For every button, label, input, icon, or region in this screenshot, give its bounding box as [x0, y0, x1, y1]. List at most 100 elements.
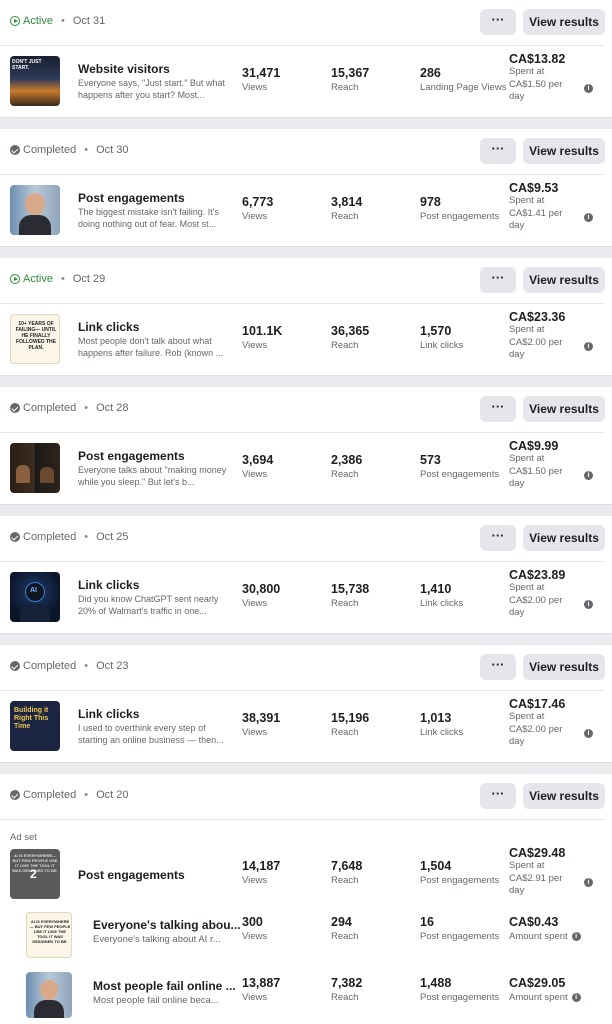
info-icon[interactable]: i [584, 600, 593, 609]
check-icon [10, 403, 20, 413]
views-value: 101.1K [242, 324, 283, 338]
result-value: 16 [420, 915, 434, 929]
result-value: 978 [420, 195, 441, 209]
result-metric: 978 Post engagements [420, 195, 499, 222]
view-results-button[interactable]: View results [523, 9, 605, 35]
spend-info: CA$9.99 Spent at CA$1.50 per day [509, 439, 579, 491]
views-value: 38,391 [242, 711, 281, 725]
ad-thumbnail: AI [10, 572, 60, 622]
result-label: Link clicks [420, 598, 464, 609]
reach-metric: 2,386 Reach [331, 453, 362, 480]
spent-at-label: Spent at [509, 195, 545, 206]
views-value: 6,773 [242, 195, 274, 209]
more-options-button[interactable]: ··· [480, 654, 516, 680]
reach-value: 36,365 [331, 324, 370, 338]
thumbnail-text: AI IS EVERYWHERE— BUT FEW PEOPLE USE IT … [29, 919, 71, 944]
status-badge: Completed • Oct 28 [10, 402, 128, 414]
ad-row[interactable]: Post engagements The biggest mistake isn… [0, 175, 612, 245]
result-label: Post engagements [420, 992, 500, 1003]
views-metric: 6,773 Views [242, 195, 273, 222]
ad-count-badge: 2 [30, 867, 37, 881]
views-value: 3,694 [242, 453, 274, 467]
amount-spent-label: Amount spent [509, 992, 568, 1003]
card-header: Completed • Oct 28 ··· View results [0, 387, 605, 433]
spend-info: CA$17.46 Spent at CA$2.00 per day [509, 697, 579, 749]
view-results-button[interactable]: View results [523, 525, 605, 551]
reach-label: Reach [331, 931, 359, 942]
spend-info: CA$23.36 Spent at CA$2.00 per day [509, 310, 579, 362]
daily-rate: CA$2.91 [509, 872, 546, 884]
thumbnail-text: DON'T JUST START. [12, 59, 42, 71]
separator-dot: • [60, 15, 65, 27]
ad-thumbnail: Building it Right This Time [10, 701, 60, 751]
ad-row[interactable]: Post engagements Everyone talks about "m… [0, 433, 612, 503]
status-badge: Completed • Oct 30 [10, 144, 128, 156]
spent-amount: CA$29.48 [509, 846, 566, 860]
separator-dot: • [84, 144, 89, 156]
reach-label: Reach [331, 340, 359, 351]
result-metric: 1,410 Link clicks [420, 582, 463, 609]
view-results-button[interactable]: View results [523, 138, 605, 164]
result-value: 1,410 [420, 582, 452, 596]
status-badge: Completed • Oct 23 [10, 660, 128, 672]
thumbnail-text: AI [30, 587, 37, 594]
date: Oct 25 [96, 531, 129, 543]
result-metric: 1,504 Post engagements [420, 859, 499, 886]
info-icon[interactable]: i [584, 84, 593, 93]
view-results-button[interactable]: View results [523, 783, 605, 809]
info-icon[interactable]: i [584, 213, 593, 222]
more-options-button[interactable]: ··· [480, 9, 516, 35]
reach-value: 7,382 [331, 976, 363, 990]
spent-at-label: Spent at [509, 453, 545, 464]
check-icon [10, 145, 20, 155]
ad-row[interactable]: 10+ YEARS OF FAILING— UNTIL HE FINALLY F… [0, 304, 612, 374]
ad-row[interactable]: Most people fail online ... Most people … [0, 966, 612, 1024]
status-badge: Completed • Oct 25 [10, 531, 128, 543]
status-text: Completed [23, 144, 77, 156]
more-options-button[interactable]: ··· [480, 396, 516, 422]
reach-label: Reach [331, 875, 359, 886]
info-icon[interactable]: i [584, 729, 593, 738]
result-value: 1,504 [420, 859, 452, 873]
more-options-button[interactable]: ··· [480, 525, 516, 551]
spent-amount: CA$29.05 [509, 976, 566, 990]
date: Oct 29 [72, 273, 106, 285]
result-value: 1,013 [420, 711, 452, 725]
ad-row[interactable]: DON'T JUST START. Website visitors Every… [0, 46, 612, 116]
ad-card: Completed • Oct 23 ··· View results Buildi… [0, 645, 612, 763]
result-metric: 286 Landing Page Views [420, 66, 506, 93]
reach-metric: 3,814 Reach [331, 195, 362, 222]
ad-description: Everyone says, "Just start." But what ha… [78, 78, 225, 100]
daily-rate: CA$1.41 [509, 207, 546, 219]
reach-value: 15,738 [331, 582, 370, 596]
info-icon[interactable]: i [584, 878, 593, 887]
spent-amount: CA$13.82 [509, 52, 566, 66]
views-label: Views [242, 931, 268, 942]
info-icon[interactable]: i [584, 342, 593, 351]
view-results-button[interactable]: View results [523, 267, 605, 293]
daily-rate: CA$2.00 [509, 723, 546, 735]
check-icon [10, 790, 20, 800]
adset-row[interactable]: AI IS EVERYWHERE— BUT FEW PEOPLE USE IT … [0, 844, 612, 914]
ad-row[interactable]: AI IS EVERYWHERE— BUT FEW PEOPLE USE IT … [0, 905, 612, 965]
spent-amount: CA$9.99 [509, 439, 559, 453]
more-options-button[interactable]: ··· [480, 783, 516, 809]
ad-row[interactable]: Building it Right This Time Link clicks … [0, 691, 612, 761]
ad-row[interactable]: AI Link clicks Did you know ChatGPT sent… [0, 562, 612, 632]
spent-at-label: Spent at [509, 324, 545, 335]
info-icon[interactable]: i [584, 471, 593, 480]
more-options-button[interactable]: ··· [480, 267, 516, 293]
ad-title: Link clicks [78, 320, 140, 334]
reach-metric: 36,365 Reach [331, 324, 369, 351]
result-value: 573 [420, 453, 441, 467]
card-header: Active • Oct 29 ··· View results [0, 258, 605, 304]
view-results-button[interactable]: View results [523, 654, 605, 680]
ad-title: Post engagements [78, 449, 185, 463]
more-options-button[interactable]: ··· [480, 138, 516, 164]
ad-card: Active • Oct 29 ··· View results 10+ YEARS… [0, 258, 612, 376]
view-results-button[interactable]: View results [523, 396, 605, 422]
info-icon[interactable]: i [571, 992, 581, 1002]
spent-amount: CA$0.43 [509, 915, 559, 929]
info-icon[interactable]: i [571, 931, 581, 941]
reach-value: 2,386 [331, 453, 363, 467]
